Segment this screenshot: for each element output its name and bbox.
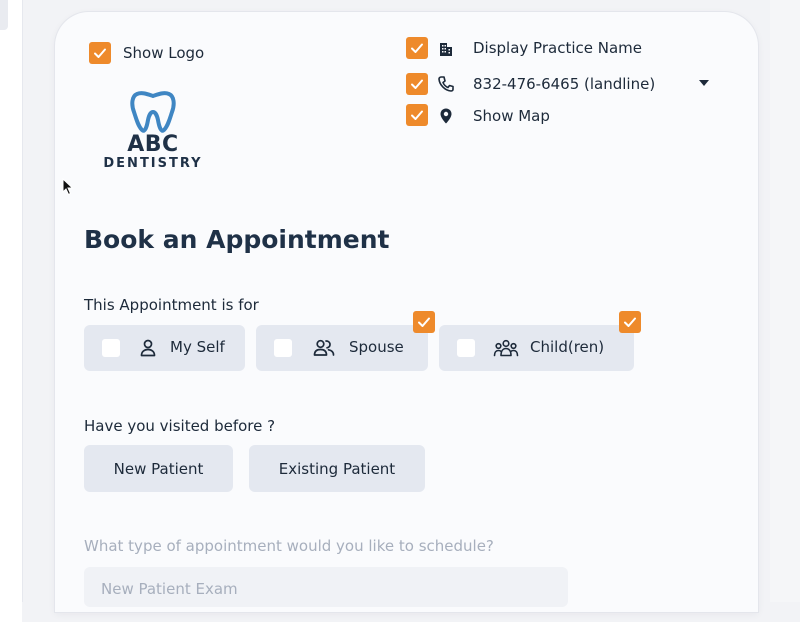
- map-pin-icon: [440, 108, 452, 124]
- building-icon: [440, 43, 452, 56]
- left-panel-tab[interactable]: [0, 0, 8, 30]
- appointment-type-label: What type of appointment would you like …: [84, 537, 494, 555]
- option-my-self-label: My Self: [170, 338, 225, 356]
- phone-icon: [438, 76, 454, 92]
- option-my-self[interactable]: My Self: [84, 325, 245, 371]
- check-icon: [418, 317, 430, 327]
- existing-patient-button[interactable]: Existing Patient: [249, 445, 425, 492]
- children-enabled-checkbox[interactable]: [619, 311, 641, 333]
- option-spouse[interactable]: Spouse: [256, 325, 428, 371]
- display-practice-name-label: Display Practice Name: [473, 39, 642, 57]
- two-people-icon: [313, 339, 335, 356]
- right-scroll-area: [770, 0, 800, 622]
- family-icon: [493, 339, 519, 357]
- left-panel-edge: [0, 0, 23, 622]
- tooth-icon: [130, 91, 176, 133]
- person-icon: [140, 339, 156, 357]
- logo-text-dentistry: DENTISTRY: [103, 156, 203, 171]
- show-logo-label: Show Logo: [123, 44, 205, 62]
- phone-number-select[interactable]: 832-476-6465 (landline): [473, 75, 655, 93]
- check-icon: [624, 317, 636, 327]
- option-checkbox[interactable]: [274, 339, 292, 357]
- appointment-for-label: This Appointment is for: [84, 296, 259, 314]
- option-children[interactable]: Child(ren): [439, 325, 634, 371]
- mouse-cursor-icon: [62, 178, 74, 196]
- show-map-checkbox[interactable]: [406, 104, 428, 126]
- phone-checkbox[interactable]: [406, 73, 428, 95]
- practice-logo: ABC DENTISTRY: [100, 88, 206, 172]
- check-icon: [411, 43, 423, 53]
- chevron-down-icon[interactable]: [698, 79, 710, 87]
- visited-before-label: Have you visited before ?: [84, 417, 276, 435]
- option-children-label: Child(ren): [530, 338, 605, 356]
- check-icon: [411, 79, 423, 89]
- option-spouse-label: Spouse: [349, 338, 404, 356]
- option-checkbox[interactable]: [457, 339, 475, 357]
- show-logo-checkbox[interactable]: [89, 42, 111, 64]
- new-patient-button[interactable]: New Patient: [84, 445, 233, 492]
- display-practice-name-checkbox[interactable]: [406, 37, 428, 59]
- show-map-label: Show Map: [473, 107, 550, 125]
- option-checkbox[interactable]: [102, 339, 120, 357]
- appointment-type-placeholder: New Patient Exam: [101, 580, 238, 598]
- check-icon: [94, 48, 106, 58]
- appointment-type-select[interactable]: New Patient Exam: [84, 567, 568, 607]
- booking-title: Book an Appointment: [84, 225, 390, 254]
- spouse-enabled-checkbox[interactable]: [413, 311, 435, 333]
- check-icon: [411, 110, 423, 120]
- logo-text-abc: ABC: [127, 132, 179, 157]
